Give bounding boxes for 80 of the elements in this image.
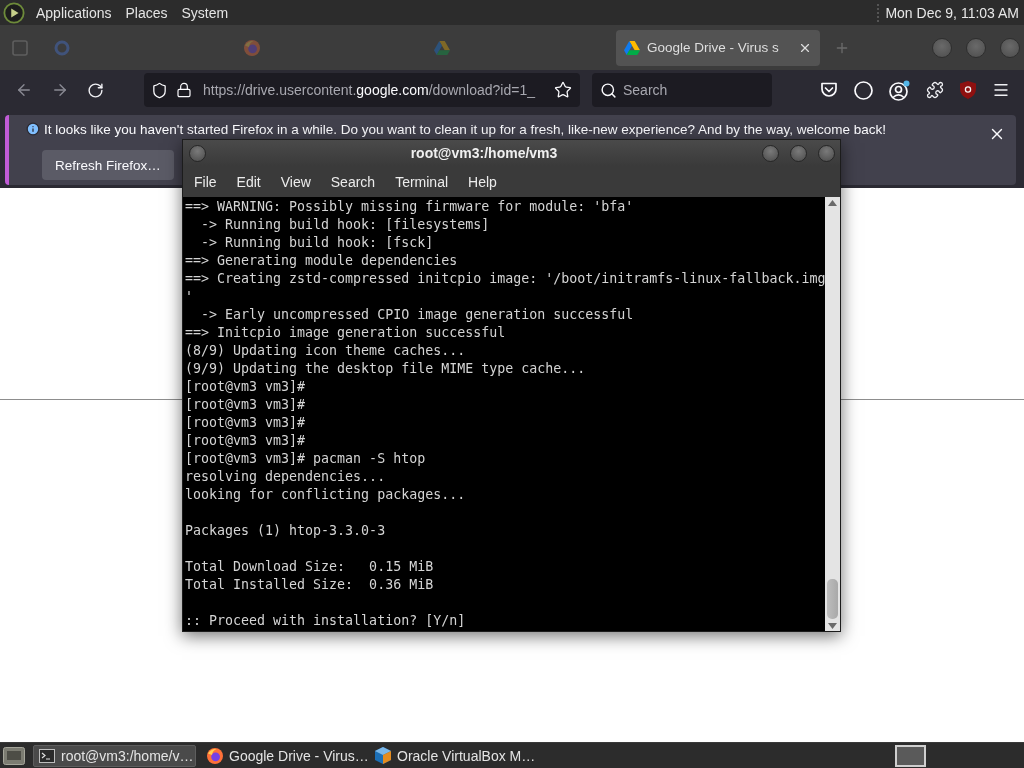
search-field[interactable]: Search bbox=[592, 73, 772, 107]
url-text[interactable]: https://drive.usercontent.google.com/download?id=1_ bbox=[203, 82, 546, 98]
pouch-icon bbox=[820, 81, 838, 99]
terminal-line: -> Running build hook: [filesystems] bbox=[200, 216, 491, 234]
browser-logo-icon bbox=[207, 747, 223, 764]
workspace-switcher[interactable] bbox=[895, 744, 926, 767]
menu-item[interactable]: Terminal bbox=[385, 167, 459, 196]
terminal-line: looking for conflicting packages... bbox=[185, 486, 467, 504]
window-button[interactable] bbox=[966, 37, 986, 58]
panel-menu[interactable]: Places bbox=[118, 0, 175, 25]
logo-icon bbox=[3, 1, 25, 24]
window-button[interactable] bbox=[818, 144, 835, 162]
window-button[interactable] bbox=[932, 37, 952, 58]
lock-icon[interactable] bbox=[176, 82, 192, 98]
taskbar-item[interactable]: Oracle VirtualBox M… bbox=[369, 744, 532, 767]
pouch-button[interactable] bbox=[820, 81, 838, 99]
menu-button[interactable] bbox=[992, 81, 1010, 99]
terminal-line: [root@vm3 vm3]# bbox=[185, 432, 307, 450]
window-title: root@vm3:/home/vm3 bbox=[409, 145, 559, 161]
address-bar[interactable]: https://drive.usercontent.google.com/download?id=1_ bbox=[144, 73, 580, 107]
terminal-line: -> Running build hook: [fsck] bbox=[200, 234, 435, 252]
window-button[interactable] bbox=[1000, 37, 1020, 58]
menu-item[interactable]: Help bbox=[458, 167, 507, 196]
terminal-line: Total Installed Size: 0.36 MiB bbox=[185, 576, 435, 594]
circle-button[interactable] bbox=[854, 80, 873, 100]
window-menu-button[interactable] bbox=[189, 144, 206, 162]
terminal-line: [root@vm3 vm3]# bbox=[185, 414, 307, 432]
window-button[interactable] bbox=[790, 144, 807, 162]
circle-icon bbox=[854, 80, 873, 100]
terminal-line: (8/9) Updating icon theme caches... bbox=[185, 342, 467, 360]
scroll-down-icon[interactable] bbox=[828, 623, 837, 629]
panel-menu[interactable]: System bbox=[174, 0, 236, 25]
terminal-line: (9/9) Updating the desktop file MIME type cache... bbox=[185, 360, 587, 378]
terminal-line: [root@vm3 vm3]# bbox=[185, 378, 307, 396]
terminal-line: [root@vm3 vm3]# bbox=[185, 396, 307, 414]
account-button[interactable] bbox=[889, 79, 910, 101]
triangle-logo-icon bbox=[624, 40, 640, 55]
terminal-line: -> Early uncompressed CPIO image generation successful bbox=[200, 306, 635, 324]
shield-badge-button[interactable] bbox=[960, 81, 976, 99]
scrollbar-thumb[interactable] bbox=[827, 579, 838, 619]
taskbar-item[interactable]: root@vm3:/home/v… bbox=[33, 744, 196, 767]
menu-item[interactable]: File bbox=[184, 167, 227, 196]
terminal-line: ==> Initcpio image generation successful bbox=[185, 324, 507, 342]
search-icon bbox=[600, 82, 617, 99]
terminal-line: ' bbox=[185, 288, 194, 306]
account-icon bbox=[889, 79, 910, 101]
bookmark-star-icon[interactable] bbox=[554, 81, 572, 99]
shield-badge-icon bbox=[960, 81, 976, 99]
terminal-line: Total Download Size: 0.15 MiB bbox=[185, 558, 435, 576]
cube-icon bbox=[375, 747, 391, 764]
reload-button[interactable] bbox=[87, 81, 104, 99]
terminal-line: :: Proceed with installation? [Y/n] bbox=[185, 612, 467, 630]
scrollbar[interactable] bbox=[825, 197, 840, 631]
shield-icon[interactable] bbox=[151, 81, 168, 99]
triangle-logo-icon bbox=[434, 40, 450, 55]
menu-item[interactable]: Edit bbox=[226, 167, 271, 196]
terminal-line: [root@vm3 vm3]# pacman -S htop bbox=[185, 450, 427, 468]
panel-menu[interactable]: Applications bbox=[29, 0, 119, 25]
menu-item[interactable]: View bbox=[270, 167, 321, 196]
terminal-line: resolving dependencies... bbox=[185, 468, 387, 486]
window-button[interactable] bbox=[762, 144, 779, 162]
browser-logo-icon bbox=[244, 39, 260, 56]
desktop-icon[interactable] bbox=[3, 746, 25, 765]
menu-item[interactable]: Search bbox=[320, 167, 386, 196]
refresh-button[interactable]: Refresh Firefox… bbox=[42, 150, 174, 180]
scroll-up-icon[interactable] bbox=[828, 200, 837, 206]
extensions-button[interactable] bbox=[926, 81, 944, 99]
terminal-line: Packages (1) htop-3.3.0-3 bbox=[185, 522, 387, 540]
browser-tab[interactable]: Google Drive - Virus s bbox=[616, 29, 820, 66]
info-icon bbox=[26, 122, 40, 136]
terminal-line: ==> WARNING: Possibly missing firmware for module: 'bfa' bbox=[185, 198, 635, 216]
clock: Mon Dec 9, 11:03 AM bbox=[885, 4, 1019, 21]
square-icon bbox=[12, 39, 28, 56]
forward-button[interactable] bbox=[51, 81, 69, 99]
terminal-line: ==> Generating module dependencies bbox=[185, 252, 459, 270]
back-button[interactable] bbox=[15, 81, 33, 99]
terminal-line: ==> Creating zstd-compressed initcpio image: '/boot/initramfs-linux-fallback.img bbox=[185, 270, 825, 288]
terminal-icon bbox=[39, 748, 55, 763]
notification-message: It looks like you haven't started Firefox in a while. Do you want to clean it up for a fresh, like-new experience? And by the way, welcome back! bbox=[44, 121, 886, 137]
ring-icon bbox=[54, 39, 70, 56]
